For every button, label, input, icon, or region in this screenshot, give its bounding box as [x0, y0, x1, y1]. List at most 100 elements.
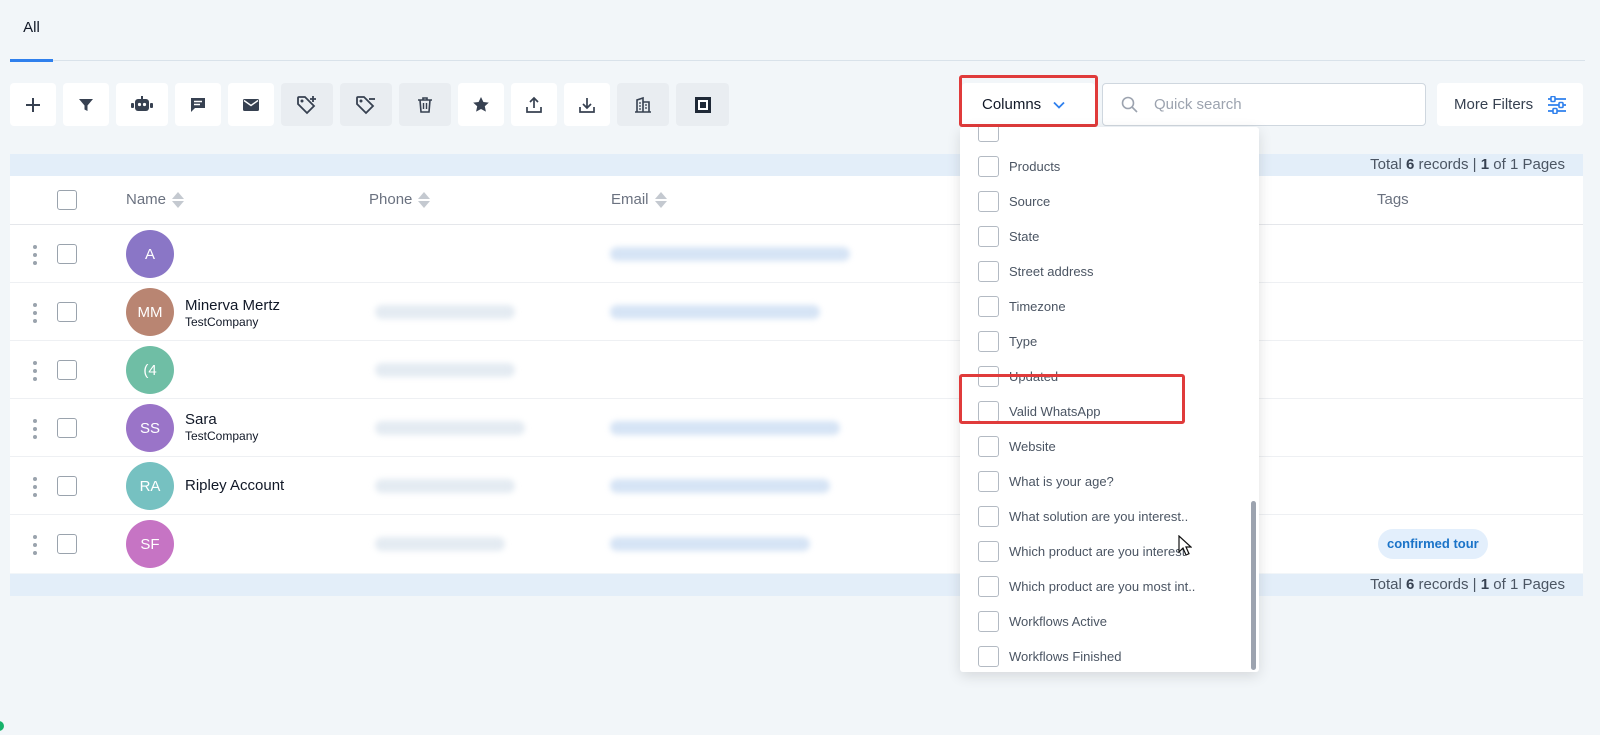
- more-filters-button[interactable]: More Filters: [1437, 83, 1583, 126]
- column-option-checkbox[interactable]: [978, 225, 999, 247]
- total-prefix: Total: [1370, 576, 1402, 593]
- column-option-checkbox[interactable]: [978, 540, 999, 562]
- table-row[interactable]: MM Minerva Mertz TestCompany: [10, 283, 1583, 341]
- column-email-label: Email: [611, 191, 649, 208]
- table-row[interactable]: SF confirmed tour: [10, 515, 1583, 573]
- sort-icon[interactable]: [418, 191, 431, 208]
- columns-button[interactable]: Columns: [962, 83, 1095, 126]
- column-option-checkbox[interactable]: [978, 330, 999, 352]
- row-menu-icon[interactable]: [31, 303, 39, 323]
- search-box[interactable]: [1102, 83, 1426, 126]
- column-option-checkbox[interactable]: [978, 127, 999, 142]
- column-option-label: Type: [1009, 333, 1038, 349]
- tag-badge[interactable]: confirmed tour: [1378, 529, 1488, 559]
- avatar: SF: [126, 520, 174, 568]
- column-option-checkbox[interactable]: [978, 400, 999, 422]
- row-checkbox[interactable]: [57, 418, 77, 438]
- star-icon: [473, 96, 489, 112]
- sort-icon[interactable]: [172, 191, 185, 208]
- column-option[interactable]: Updated: [978, 364, 1058, 388]
- column-option-label: Website: [1009, 438, 1056, 454]
- table-row[interactable]: RA Ripley Account: [10, 457, 1583, 515]
- contact-name[interactable]: Ripley Account: [185, 477, 284, 494]
- row-checkbox[interactable]: [57, 476, 77, 496]
- email-cell-blurred: [610, 305, 820, 319]
- column-option[interactable]: What is your age?: [978, 469, 1114, 493]
- row-checkbox[interactable]: [57, 360, 77, 380]
- select-all-checkbox[interactable]: [57, 190, 77, 210]
- avatar: (4: [126, 346, 174, 394]
- column-option-checkbox[interactable]: [978, 575, 999, 597]
- column-option-checkbox[interactable]: [978, 435, 999, 457]
- company-button[interactable]: [617, 83, 669, 126]
- row-menu-icon[interactable]: [31, 477, 39, 497]
- row-checkbox[interactable]: [57, 302, 77, 322]
- more-filters-label: More Filters: [1454, 96, 1534, 113]
- import-button[interactable]: [564, 83, 610, 126]
- column-option[interactable]: Source: [978, 189, 1050, 213]
- tag-minus-icon: [356, 95, 375, 114]
- column-option[interactable]: State: [978, 224, 1039, 248]
- column-name-label: Name: [126, 191, 167, 208]
- column-option[interactable]: Website: [978, 434, 1056, 458]
- column-option-label: Source: [1009, 193, 1051, 209]
- column-option[interactable]: [978, 127, 999, 143]
- search-input[interactable]: [1154, 96, 1394, 113]
- sms-button[interactable]: [175, 83, 221, 126]
- delete-button[interactable]: [399, 83, 451, 126]
- column-option-label: Products: [1009, 158, 1061, 174]
- contact-name[interactable]: Minerva Mertz: [185, 297, 280, 314]
- column-option-checkbox[interactable]: [978, 610, 999, 632]
- column-option[interactable]: Timezone: [978, 294, 1066, 318]
- column-option-checkbox[interactable]: [978, 505, 999, 527]
- email-button[interactable]: [228, 83, 274, 126]
- row-checkbox[interactable]: [57, 534, 77, 554]
- column-option-checkbox[interactable]: [978, 295, 999, 317]
- frame-icon: [694, 96, 711, 113]
- remove-tag-button[interactable]: [340, 83, 392, 126]
- column-option-checkbox[interactable]: [978, 645, 999, 667]
- tab-all[interactable]: All: [10, 0, 53, 62]
- contact-name[interactable]: Sara: [185, 411, 217, 428]
- sort-icon[interactable]: [654, 191, 667, 208]
- filter-button[interactable]: [63, 83, 109, 126]
- column-option[interactable]: Workflows Active: [978, 609, 1107, 633]
- table-row[interactable]: A: [10, 225, 1583, 283]
- bulk-action-button[interactable]: [676, 83, 729, 126]
- column-option-label: Valid WhatsApp: [1009, 403, 1101, 419]
- column-option-checkbox[interactable]: [978, 365, 999, 387]
- review-button[interactable]: [458, 83, 504, 126]
- table-row[interactable]: SS Sara TestCompany: [10, 399, 1583, 457]
- column-option[interactable]: What solution are you interest..: [978, 504, 1188, 528]
- total-page: 1: [1480, 156, 1490, 173]
- add-button[interactable]: [10, 83, 56, 126]
- column-option[interactable]: Workflows Finished: [978, 644, 1121, 668]
- row-checkbox[interactable]: [57, 244, 77, 264]
- column-option[interactable]: Street address: [978, 259, 1094, 283]
- total-of-pages: of 1 Pages: [1493, 576, 1565, 593]
- row-menu-icon[interactable]: [31, 419, 39, 439]
- row-menu-icon[interactable]: [31, 535, 39, 555]
- row-menu-icon[interactable]: [31, 361, 39, 381]
- column-email[interactable]: Email: [611, 191, 667, 208]
- export-button[interactable]: [511, 83, 557, 126]
- column-option-valid-whatsapp[interactable]: Valid WhatsApp: [978, 399, 1101, 423]
- column-option[interactable]: Which product are you interest: [978, 539, 1185, 563]
- column-option-checkbox[interactable]: [978, 470, 999, 492]
- add-tag-button[interactable]: [281, 83, 333, 126]
- column-phone[interactable]: Phone: [369, 191, 431, 208]
- row-menu-icon[interactable]: [31, 245, 39, 265]
- column-option-checkbox[interactable]: [978, 260, 999, 282]
- column-option-label: Which product are you most int..: [1009, 578, 1196, 594]
- column-option-checkbox[interactable]: [978, 155, 999, 177]
- column-name[interactable]: Name: [126, 191, 185, 208]
- robot-icon: [131, 95, 153, 111]
- column-option-checkbox[interactable]: [978, 190, 999, 212]
- dropdown-scrollbar[interactable]: [1251, 501, 1256, 670]
- message-icon: [191, 97, 205, 112]
- automation-button[interactable]: [116, 83, 168, 126]
- column-option[interactable]: Type: [978, 329, 1037, 353]
- table-row[interactable]: (4: [10, 341, 1583, 399]
- column-option[interactable]: Products: [978, 154, 1060, 178]
- column-option[interactable]: Which product are you most int..: [978, 574, 1195, 598]
